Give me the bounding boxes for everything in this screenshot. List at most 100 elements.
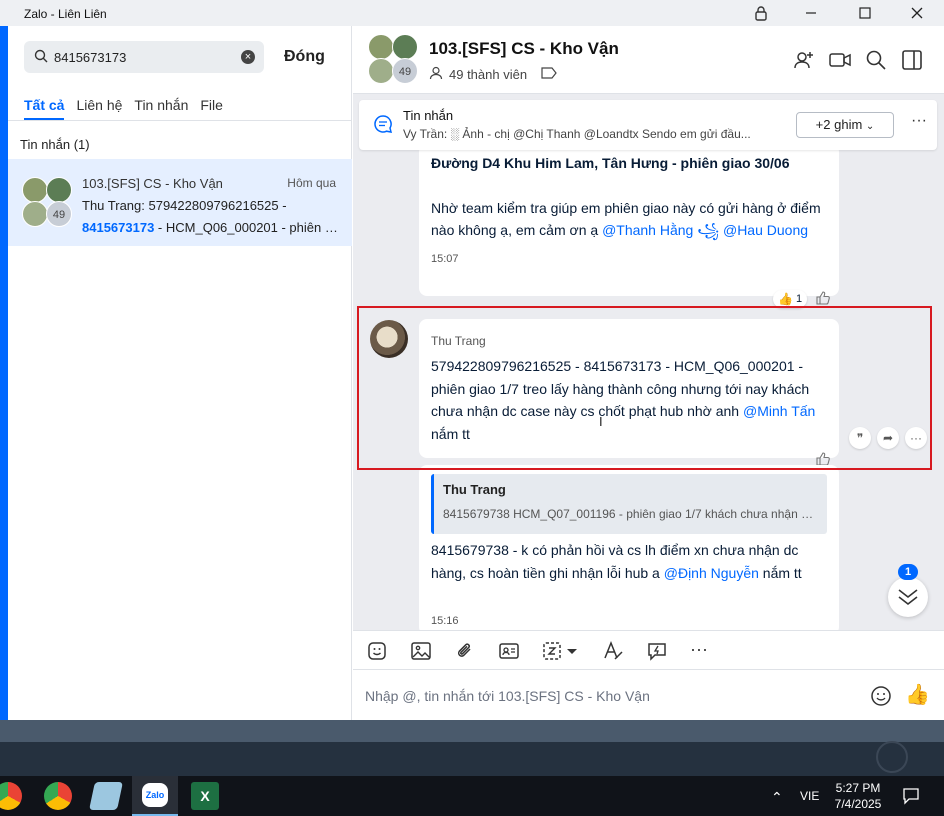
- person-icon: [429, 66, 443, 83]
- search-input[interactable]: 8415673173: [54, 50, 126, 65]
- group-avatar: 49: [22, 177, 74, 229]
- chat-group-name: 103.[SFS] CS - Kho Vận: [429, 39, 619, 58]
- maximize-button[interactable]: [845, 0, 885, 26]
- minimize-button[interactable]: [791, 0, 831, 26]
- chevron-up-icon[interactable]: ⌃: [771, 789, 783, 806]
- zalo-app-icon: Zalo: [142, 783, 168, 807]
- mention[interactable]: @Thanh Hằng ꧁: [602, 222, 719, 238]
- background-window: [0, 720, 944, 776]
- close-search-button[interactable]: Đóng: [284, 48, 325, 66]
- clear-search-icon[interactable]: ×: [241, 50, 255, 64]
- pinned-more-button[interactable]: ···: [911, 112, 927, 130]
- scroll-to-bottom-button[interactable]: 1: [888, 564, 928, 617]
- message-text: 8415679738 - k có phản hồi và cs lh điểm…: [431, 539, 827, 584]
- search-in-chat-icon[interactable]: [864, 48, 888, 72]
- results-section-title: Tin nhắn (1): [20, 137, 90, 152]
- member-avatar: [368, 58, 394, 84]
- close-window-button[interactable]: [897, 0, 937, 26]
- quoted-message[interactable]: Thu Trang 8415679738 HCM_Q07_001196 - ph…: [431, 474, 827, 534]
- message-bubble[interactable]: Thu Trang 8415679738 HCM_Q07_001196 - ph…: [419, 465, 839, 630]
- result-snippet-line2: 8415673173 - HCM_Q06_000201 - phiên giao…: [82, 220, 340, 235]
- more-tools-icon[interactable]: ···: [690, 640, 712, 662]
- pinned-messages-bar[interactable]: Tin nhắn Vy Trần: ░ Ảnh - chị @Chị Thanh…: [359, 100, 937, 150]
- search-box[interactable]: 8415673173 ×: [24, 41, 264, 73]
- more-pins-button[interactable]: +2 ghim ⌄: [796, 112, 894, 138]
- tab-all[interactable]: Tất cả: [24, 97, 65, 120]
- zalo-window: Zalo - Liên Liên 8415673173 × Đóng Tất c…: [0, 0, 944, 720]
- member-count-badge: 49: [46, 201, 72, 227]
- language-indicator[interactable]: VIE: [800, 789, 819, 803]
- notification-icon[interactable]: [902, 787, 920, 810]
- system-clock[interactable]: 5:27 PM 7/4/2025: [826, 780, 890, 812]
- notepad-app-icon[interactable]: [89, 782, 123, 810]
- search-result-item[interactable]: 49 103.[SFS] CS - Kho Vận Hôm qua Thu Tr…: [8, 159, 352, 246]
- scroll-up-icon: [876, 741, 908, 773]
- tab-files[interactable]: File: [200, 97, 223, 113]
- contact-card-icon[interactable]: [498, 640, 520, 662]
- pinned-title: Tin nhắn: [403, 108, 454, 123]
- attachment-icon[interactable]: [454, 640, 476, 662]
- message-time: 15:16: [431, 615, 459, 627]
- message-body-end: nắm tt: [758, 564, 802, 581]
- text-format-icon[interactable]: [602, 640, 624, 662]
- mention[interactable]: @Định Nguyễn: [664, 565, 759, 581]
- excel-app-icon[interactable]: X: [191, 782, 219, 810]
- chrome-profile-app-icon[interactable]: [44, 782, 72, 810]
- reaction-count: 1: [795, 293, 803, 305]
- tab-contacts[interactable]: Liên hệ: [76, 97, 122, 113]
- thumbs-up-send-icon[interactable]: 👍: [905, 682, 930, 707]
- clock-time: 5:27 PM: [835, 781, 881, 795]
- member-avatar: [392, 34, 418, 60]
- result-time: Hôm qua: [287, 176, 336, 190]
- tab-divider: [8, 120, 352, 121]
- window-title: Zalo - Liên Liên: [24, 7, 107, 21]
- search-icon: [34, 49, 48, 68]
- emoji-icon[interactable]: [870, 685, 892, 712]
- member-count-badge: 49: [392, 58, 418, 84]
- message-bubble[interactable]: Đường D4 Khu Him Lam, Tân Hưng - phiên g…: [419, 144, 839, 296]
- composer: 👍: [353, 670, 944, 720]
- result-group-name: 103.[SFS] CS - Kho Vận: [82, 176, 223, 191]
- member-count-label: 49 thành viên: [449, 67, 528, 82]
- chat-header: 49 103.[SFS] CS - Kho Vận 49 thành viên: [353, 26, 944, 94]
- accent-strip: [0, 26, 8, 720]
- message-input[interactable]: [365, 684, 845, 708]
- lock-icon[interactable]: [741, 0, 781, 26]
- member-avatar: [368, 34, 394, 60]
- result-match-highlight: 8415673173: [82, 220, 155, 235]
- message-text: Nhờ team kiểm tra giúp em phiên giao này…: [431, 197, 827, 242]
- title-bar: Zalo - Liên Liên: [0, 0, 944, 26]
- member-info[interactable]: 49 thành viên: [429, 66, 557, 83]
- chevron-down-icon: ⌄: [865, 121, 875, 132]
- message-bold-line: Đường D4 Khu Him Lam, Tân Hưng - phiên g…: [431, 155, 790, 171]
- screenshot-icon[interactable]: [542, 640, 582, 662]
- member-avatar: [46, 177, 72, 203]
- member-avatar: [22, 201, 48, 227]
- clock-date: 7/4/2025: [834, 797, 882, 811]
- chrome-app-icon[interactable]: [0, 782, 22, 810]
- highlighted-message-frame: [357, 306, 932, 470]
- tag-icon[interactable]: [541, 67, 557, 82]
- image-icon[interactable]: [410, 640, 432, 662]
- sticker-icon[interactable]: [366, 640, 388, 662]
- add-member-icon[interactable]: [792, 48, 816, 72]
- result-snippet-rest: - HCM_Q06_000201 - phiên giao 1/7 treo l…: [157, 220, 340, 235]
- message-list[interactable]: Tin nhắn Vy Trần: ░ Ảnh - chị @Chị Thanh…: [353, 94, 944, 630]
- more-pins-label: +2 ghim: [815, 117, 863, 132]
- pinned-preview: Vy Trần: ░ Ảnh - chị @Chị Thanh @Loandtx…: [403, 127, 751, 141]
- chat-group-avatar[interactable]: 49: [368, 34, 420, 86]
- toggle-sidebar-icon[interactable]: [900, 48, 924, 72]
- thumbs-up-emoji-icon: 👍: [778, 292, 793, 306]
- double-chevron-down-icon: [897, 587, 919, 612]
- unread-badge: 1: [898, 564, 918, 580]
- member-avatar: [22, 177, 48, 203]
- search-panel: 8415673173 × Đóng Tất cả Liên hệ Tin nhắ…: [8, 26, 352, 720]
- result-snippet-line1: Thu Trang: 579422809796216525 -: [82, 198, 287, 213]
- quick-message-icon[interactable]: [646, 640, 668, 662]
- zalo-taskbar-active[interactable]: Zalo: [132, 776, 178, 816]
- search-tabs: Tất cả Liên hệ Tin nhắn File: [24, 97, 223, 120]
- mention[interactable]: @Hau Duong: [723, 222, 808, 238]
- message-bubble-icon: [373, 114, 393, 139]
- tab-messages[interactable]: Tin nhắn: [134, 97, 188, 113]
- video-call-icon[interactable]: [828, 48, 852, 72]
